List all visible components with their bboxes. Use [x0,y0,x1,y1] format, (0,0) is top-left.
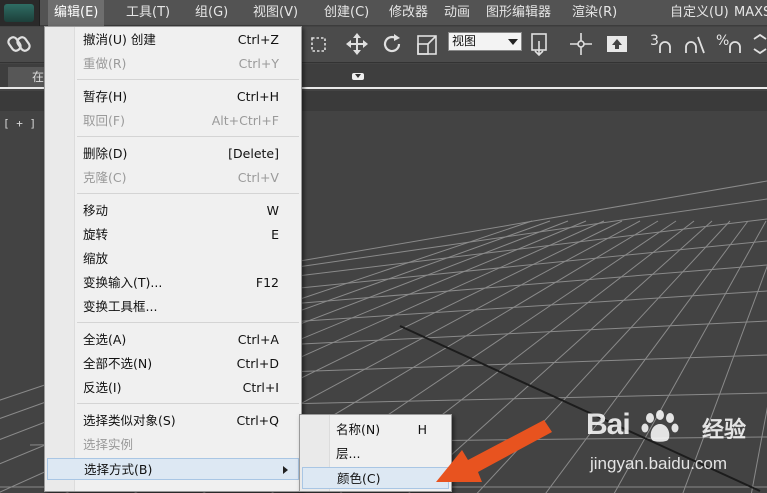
scale-icon[interactable] [415,31,441,57]
menu-group[interactable]: 组(G) [189,0,234,26]
menu-item-label: 克隆(C) [83,170,127,185]
menu-item-label: 选择方式(B) [84,462,153,477]
menu-item-transform-toolbox[interactable]: 变换工具框... [47,296,299,318]
keyboard-shortcut-override-icon[interactable] [604,31,630,57]
menu-item-shortcut: E [271,227,279,242]
menu-create[interactable]: 创建(C) [318,0,375,26]
menu-edit[interactable]: 编辑(E) [48,0,105,26]
reference-coordinate-value: 视图 [452,34,477,48]
pivot-center-icon[interactable] [528,31,554,57]
menu-item-rotate[interactable]: 旋转 E [47,224,299,246]
menu-customize[interactable]: 自定义(U) [664,0,735,26]
menu-item-redo[interactable]: 重做(R) Ctrl+Y [47,53,299,75]
menu-item-select-by[interactable]: 选择方式(B) [47,458,299,480]
menu-item-delete[interactable]: 删除(D) [Delete] [47,143,299,165]
menu-graph-editors[interactable]: 图形编辑器 [480,0,557,26]
menu-item-label: 选择类似对象(S) [83,413,176,428]
submenu-item-label: 名称(N) [336,422,381,437]
menu-item-select-none[interactable]: 全部不选(N) Ctrl+D [47,353,299,375]
menu-item-shortcut: F12 [255,275,279,290]
menu-item-label: 变换输入(T)... [83,275,163,290]
app-logo-icon[interactable] [0,0,40,26]
menu-item-fetch[interactable]: 取回(F) Alt+Ctrl+F [47,110,299,132]
submenu-arrow-icon [283,466,288,474]
menu-item-label: 全部不选(N) [83,356,153,371]
ribbon-toggle-icon[interactable] [352,73,364,80]
menu-item-select-similar[interactable]: 选择类似对象(S) Ctrl+Q [47,410,299,432]
menu-item-select-invert[interactable]: 反选(I) Ctrl+I [47,377,299,399]
menu-item-shortcut: Alt+Ctrl+F [211,113,279,128]
select-region-icon[interactable] [306,31,332,57]
menu-item-shortcut: [Delete] [228,146,279,161]
menu-item-shortcut: Ctrl+Z [237,32,279,47]
menu-modifiers[interactable]: 修改器 [383,0,434,26]
menu-item-hold[interactable]: 暂存(H) Ctrl+H [47,86,299,108]
menu-item-shortcut: Ctrl+Q [236,413,279,428]
menu-item-undo[interactable]: 撤消(U) 创建 Ctrl+Z [47,29,299,51]
snap-magnet-icon[interactable] [656,31,682,57]
move-icon[interactable] [344,31,370,57]
menu-item-move[interactable]: 移动 W [47,200,299,222]
chevron-down-icon [508,39,518,45]
menu-separator [77,322,299,323]
menu-item-label: 全选(A) [83,332,127,347]
menu-item-shortcut: Ctrl+V [237,170,279,185]
menu-item-label: 移动 [83,203,109,218]
menu-item-label: 旋转 [83,227,109,242]
rotate-icon[interactable] [379,31,405,57]
menu-item-label: 缩放 [83,251,109,266]
menu-item-select-instances[interactable]: 选择实例 [47,434,299,456]
menu-separator [77,403,299,404]
menu-item-label: 撤消(U) 创建 [83,32,156,47]
menu-maxscript[interactable]: MAXS [728,0,767,26]
menu-item-label: 变换工具框... [83,299,158,314]
menu-item-shortcut: Ctrl+D [236,356,279,371]
baidu-watermark: Bai 经验 jingyan.baidu.com [586,408,766,486]
edit-menu: 撤消(U) 创建 Ctrl+Z 重做(R) Ctrl+Y 暂存(H) Ctrl+H 取回(F… [44,26,302,492]
menu-bar: 编辑(E) 工具(T) 组(G) 视图(V) 创建(C) 修改器 动画 图形编辑… [0,0,767,26]
spinner-snap-icon[interactable] [748,31,767,57]
watermark-brand: Bai [586,408,631,441]
menu-item-label: 反选(I) [83,380,122,395]
menu-item-shortcut: Ctrl+H [236,89,279,104]
menu-view[interactable]: 视图(V) [247,0,304,26]
menu-item-clone[interactable]: 克隆(C) Ctrl+V [47,167,299,189]
menu-item-shortcut: Ctrl+Y [238,56,279,71]
menu-separator [77,193,299,194]
menu-separator [77,79,299,80]
menu-item-label: 选择实例 [83,437,134,452]
submenu-item-label: 颜色(C) [337,471,381,486]
annotation-arrow-icon [436,420,552,482]
menu-item-select-all[interactable]: 全选(A) Ctrl+A [47,329,299,351]
submenu-item-label: 层... [336,446,361,461]
watermark-url: jingyan.baidu.com [590,454,728,473]
menu-separator [77,136,299,137]
menu-tools[interactable]: 工具(T) [120,0,176,26]
watermark-brand-suffix: 经验 [702,417,747,442]
menu-animation[interactable]: 动画 [438,0,476,26]
menu-item-label: 删除(D) [83,146,128,161]
paw-icon [641,410,679,442]
menu-item-shortcut: W [266,203,279,218]
menu-item-scale[interactable]: 缩放 [47,248,299,270]
link-icon[interactable] [6,31,32,57]
menu-item-label: 重做(R) [83,56,127,71]
menu-item-shortcut: Ctrl+A [237,332,279,347]
select-manipulate-icon[interactable] [568,31,594,57]
reference-coordinate-select[interactable]: 视图 [448,32,522,51]
menu-item-label: 暂存(H) [83,89,128,104]
menu-item-transform-type-in[interactable]: 变换输入(T)... F12 [47,272,299,294]
menu-item-shortcut: Ctrl+I [242,380,279,395]
angle-snap-icon[interactable] [682,31,708,57]
menu-rendering[interactable]: 渲染(R) [566,0,623,26]
menu-item-label: 取回(F) [83,113,125,128]
